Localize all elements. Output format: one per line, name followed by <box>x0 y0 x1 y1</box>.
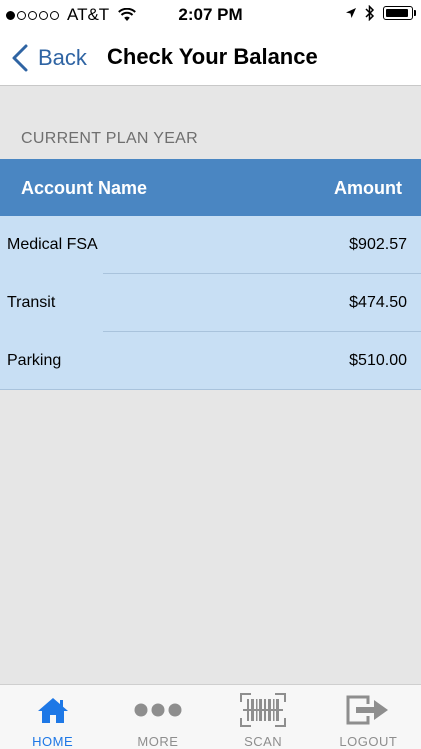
chevron-left-icon <box>12 44 28 72</box>
table-row[interactable]: Parking $510.00 <box>0 332 421 390</box>
account-name: Parking <box>7 352 62 369</box>
column-header-account-name: Account Name <box>21 178 148 198</box>
table-header: Account Name Amount <box>0 159 421 216</box>
account-amount: $474.50 <box>349 294 407 311</box>
tab-home[interactable]: HOME <box>0 685 105 749</box>
table-row[interactable]: Transit $474.50 <box>0 274 421 332</box>
table-row[interactable]: Medical FSA $902.57 <box>0 216 421 274</box>
more-icon <box>134 703 182 717</box>
back-button-label: Back <box>38 45 87 70</box>
tab-more[interactable]: MORE <box>105 685 210 749</box>
tab-bar: HOME MORE SCAN LOGOUT <box>0 684 421 749</box>
tab-label: HOME <box>32 734 74 749</box>
tab-label: MORE <box>137 734 179 749</box>
bluetooth-icon <box>365 5 375 21</box>
battery-icon <box>383 6 416 20</box>
balance-table: Medical FSA $902.57 Transit $474.50 Park… <box>0 216 421 390</box>
status-bar: AT&T 2:07 PM <box>0 0 421 30</box>
tab-label: LOGOUT <box>339 734 398 749</box>
column-header-amount: Amount <box>334 178 402 198</box>
page-title: Check Your Balance <box>107 44 318 69</box>
section-header: CURRENT PLAN YEAR <box>21 130 198 147</box>
logout-icon <box>346 695 389 725</box>
back-button[interactable]: Back <box>10 30 87 86</box>
navigation-bar: Back Check Your Balance <box>0 30 421 86</box>
account-name: Transit <box>7 294 56 311</box>
status-right <box>345 5 416 21</box>
home-icon <box>37 698 68 723</box>
tab-label: SCAN <box>244 734 283 749</box>
account-name: Medical FSA <box>7 236 98 253</box>
barcode-scan-icon <box>240 693 287 727</box>
account-amount: $902.57 <box>349 236 407 253</box>
account-amount: $510.00 <box>349 352 407 369</box>
tab-logout[interactable]: LOGOUT <box>316 685 421 749</box>
location-arrow-icon <box>346 8 356 18</box>
tab-scan[interactable]: SCAN <box>211 685 316 749</box>
